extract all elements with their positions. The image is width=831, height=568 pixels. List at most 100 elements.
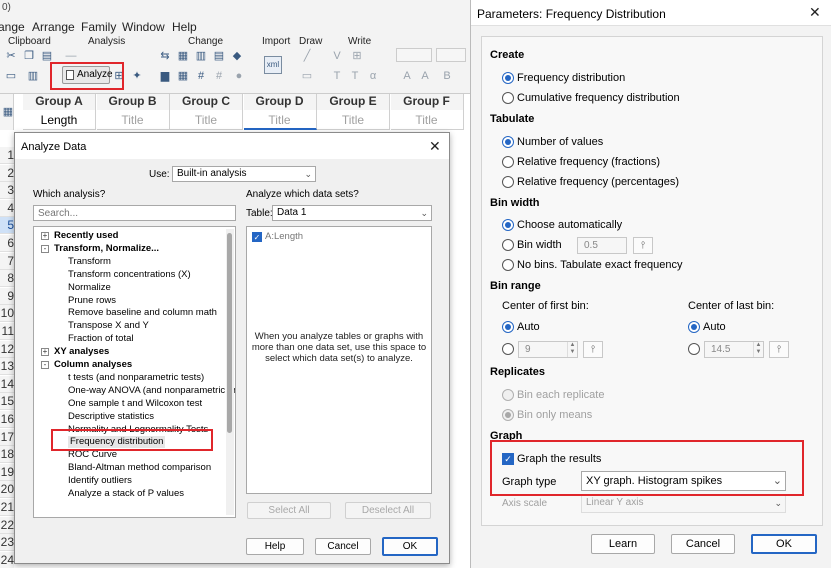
number-format-icon[interactable]: #: [194, 70, 208, 82]
tree-category[interactable]: Transform, Normalize...: [54, 243, 159, 255]
create-frequency-radio[interactable]: [502, 72, 514, 84]
bin-width-input[interactable]: 0.5: [577, 237, 627, 254]
row-number[interactable]: 19: [0, 463, 14, 481]
column-header[interactable]: Group E: [317, 94, 390, 110]
expand-icon[interactable]: +: [41, 232, 49, 240]
new-analysis-icon[interactable]: ⊞: [112, 70, 126, 82]
bin-auto-radio[interactable]: [502, 219, 514, 231]
row-number[interactable]: 14: [0, 375, 14, 393]
spinner-arrows-icon[interactable]: ▲ ▼: [753, 342, 763, 357]
menu-item-change[interactable]: ange: [0, 20, 25, 34]
copy-icon[interactable]: ❐: [22, 50, 36, 62]
tabulate-percentages-radio[interactable]: [502, 176, 514, 188]
draw-line-icon[interactable]: ╱: [300, 50, 314, 62]
deselect-all-button[interactable]: Deselect All: [345, 502, 431, 519]
first-bin-auto-radio[interactable]: [502, 321, 514, 333]
last-bin-input[interactable]: 14.5 ▲ ▼: [704, 341, 764, 358]
font-smaller-icon[interactable]: A: [418, 70, 432, 82]
row-number[interactable]: 6: [0, 235, 14, 252]
axis-scale-select[interactable]: Linear Y axis ⌄: [581, 495, 786, 513]
tree-item[interactable]: Remove baseline and column math: [68, 307, 217, 319]
bin-each-replicate-radio[interactable]: [502, 389, 514, 401]
analysis-search-input[interactable]: [33, 205, 236, 221]
tree-item[interactable]: Normalize: [68, 282, 111, 294]
tree-item[interactable]: Fraction of total: [68, 333, 133, 345]
graph-results-checkbox[interactable]: ✓: [502, 453, 514, 465]
first-bin-link-icon[interactable]: ⫯: [583, 341, 603, 358]
bar-chart-icon[interactable]: ▆: [158, 70, 172, 82]
last-bin-value-radio[interactable]: [688, 343, 700, 355]
graph-type-select[interactable]: XY graph. Histogram spikes ⌄: [581, 471, 786, 491]
menu-item-arrange[interactable]: Arrange: [32, 20, 75, 34]
analyze-button[interactable]: Analyze: [62, 66, 113, 84]
tree-scrollbar[interactable]: [226, 229, 234, 515]
row-number[interactable]: 1: [0, 147, 14, 164]
no-bins-radio[interactable]: [502, 259, 514, 271]
row-number[interactable]: 16: [0, 411, 14, 428]
learn-button[interactable]: Learn: [591, 534, 655, 554]
tree-item[interactable]: ROC Curve: [68, 449, 117, 461]
bin-only-means-radio[interactable]: [502, 409, 514, 421]
column-header[interactable]: Group B: [96, 94, 170, 110]
params-close-icon[interactable]: ✕: [809, 4, 821, 21]
analysis-undo-icon[interactable]: —: [64, 50, 78, 62]
color-dropdown-icon[interactable]: ●: [232, 70, 246, 82]
tree-item[interactable]: Analyze a stack of P values: [68, 488, 184, 500]
text-sans-icon[interactable]: T: [348, 70, 362, 82]
row-number[interactable]: 23: [0, 534, 14, 552]
font-size-dropdown[interactable]: [436, 48, 466, 62]
collapse-icon[interactable]: -: [41, 244, 49, 253]
bin-width-link-icon[interactable]: ⫯: [633, 237, 653, 254]
spinner-arrows-icon[interactable]: ▲ ▼: [567, 342, 577, 357]
tree-item[interactable]: One sample t and Wilcoxon test: [68, 398, 202, 410]
cancel-button[interactable]: Cancel: [315, 538, 371, 555]
tree-item[interactable]: Descriptive statistics: [68, 411, 154, 423]
draw-rectangle-icon[interactable]: ▭: [300, 70, 314, 82]
row-number[interactable]: 22: [0, 516, 14, 534]
cut-icon[interactable]: ✂: [4, 50, 18, 62]
change-rows-icon[interactable]: ▤: [212, 50, 226, 62]
row-number[interactable]: 11: [0, 323, 14, 340]
tree-item[interactable]: Identify outliers: [68, 475, 132, 487]
create-cumulative-radio[interactable]: [502, 92, 514, 104]
column-header[interactable]: Group C: [170, 94, 243, 110]
row-number[interactable]: 2: [0, 164, 14, 182]
column-header[interactable]: Group A: [23, 94, 96, 110]
change-arrows-icon[interactable]: ⇆: [158, 50, 172, 62]
tree-item[interactable]: Transform: [68, 256, 111, 268]
column-header[interactable]: Group F: [390, 94, 464, 110]
bold-icon[interactable]: B: [440, 70, 454, 82]
row-number[interactable]: 20: [0, 481, 14, 499]
column-title[interactable]: Title: [243, 110, 317, 130]
menu-item-window[interactable]: Window: [122, 20, 165, 34]
tree-item[interactable]: Frequency distribution: [68, 436, 166, 449]
menu-item-family[interactable]: Family: [81, 20, 116, 34]
help-button[interactable]: Help: [246, 538, 304, 555]
row-number[interactable]: 13: [0, 358, 14, 376]
row-number[interactable]: 9: [0, 287, 14, 305]
grid-icon[interactable]: ▦: [176, 70, 190, 82]
greek-alpha-icon[interactable]: α: [366, 70, 380, 82]
paste-icon[interactable]: ▤: [40, 50, 54, 62]
row-number[interactable]: 7: [0, 252, 14, 270]
column-title[interactable]: Length: [23, 110, 96, 130]
column-title[interactable]: Title: [390, 110, 464, 130]
table-select[interactable]: Data 1 ⌄: [272, 205, 432, 221]
tree-category[interactable]: Recently used: [54, 230, 118, 242]
decimal-format-icon[interactable]: #: [212, 70, 226, 82]
write-va-icon[interactable]: V: [330, 50, 344, 62]
font-larger-icon[interactable]: A: [400, 70, 414, 82]
import-xml-icon[interactable]: xml: [264, 56, 282, 74]
tree-item[interactable]: Transform concentrations (X): [68, 269, 191, 281]
write-text-icon[interactable]: ⊞: [350, 50, 364, 62]
row-number[interactable]: 18: [0, 446, 14, 464]
last-bin-auto-radio[interactable]: [688, 321, 700, 333]
text-serif-icon[interactable]: T: [330, 70, 344, 82]
row-number[interactable]: 21: [0, 499, 14, 516]
tree-scrollbar-thumb[interactable]: [227, 233, 232, 433]
row-number[interactable]: 17: [0, 428, 14, 446]
row-number[interactable]: 12: [0, 340, 14, 358]
ok-button[interactable]: OK: [382, 537, 438, 556]
tabulate-number-radio[interactable]: [502, 136, 514, 148]
use-select[interactable]: Built-in analysis ⌄: [172, 166, 316, 182]
